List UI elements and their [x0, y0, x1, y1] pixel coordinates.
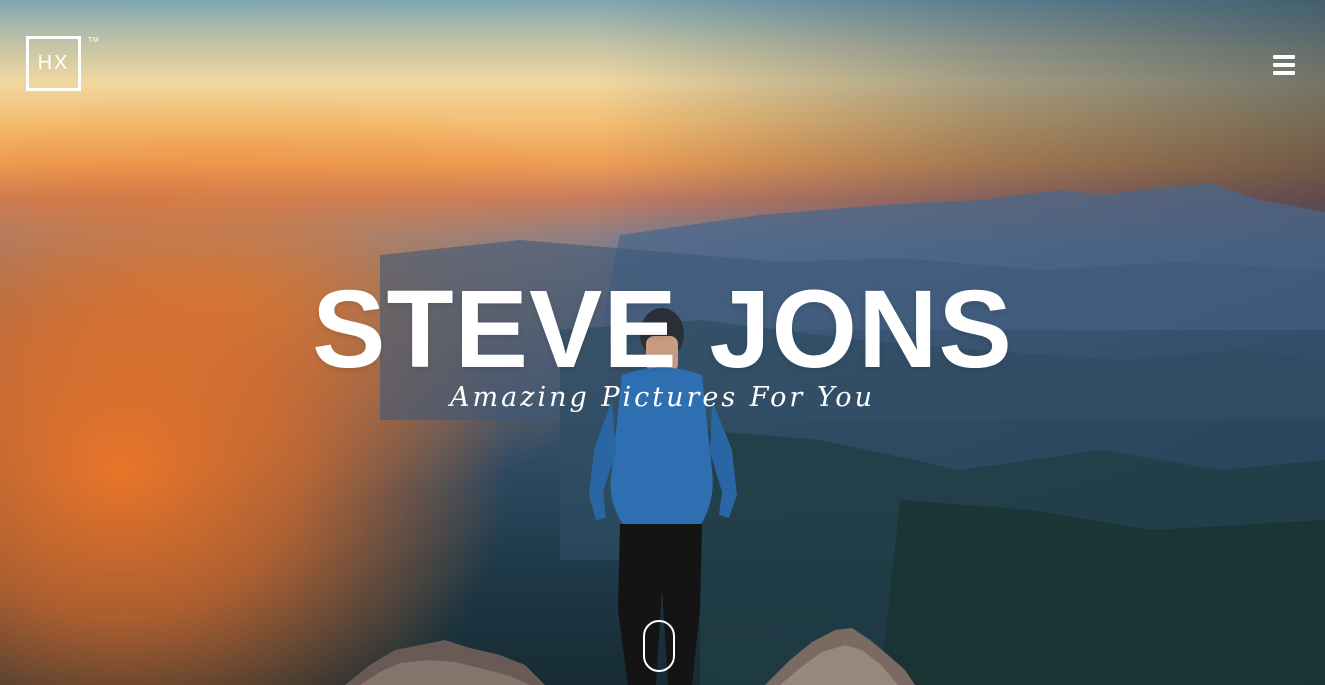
- hero-subtitle: Amazing Pictures For You: [450, 382, 875, 413]
- logo-text: HX: [37, 52, 70, 74]
- menu-bar-top: [1273, 55, 1295, 59]
- trademark-mark: TM: [88, 37, 100, 44]
- brand-logo[interactable]: HX: [26, 36, 81, 91]
- hamburger-menu-icon[interactable]: [1273, 55, 1295, 75]
- hero-title: STEVE JONS: [312, 268, 1013, 391]
- scroll-mouse-icon[interactable]: [643, 620, 675, 672]
- menu-bar-middle: [1273, 63, 1295, 67]
- menu-bar-bottom: [1273, 71, 1295, 75]
